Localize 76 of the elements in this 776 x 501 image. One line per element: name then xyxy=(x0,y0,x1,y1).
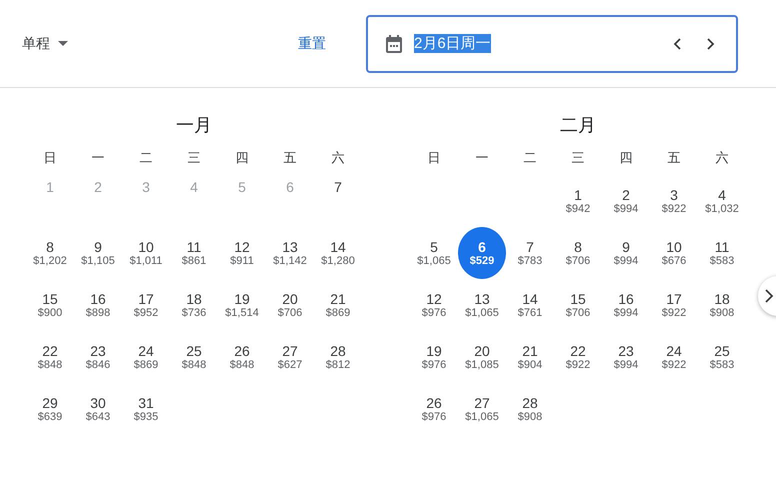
calendar-day[interactable]: 23 $846 xyxy=(74,331,122,383)
calendar-day[interactable]: 24 $869 xyxy=(122,331,170,383)
calendar-day[interactable]: 22 $922 xyxy=(554,331,602,383)
calendar-day[interactable]: 17 $922 xyxy=(650,279,698,331)
calendar-day[interactable]: 6 $529 xyxy=(458,227,506,279)
weekday-label: 五 xyxy=(666,149,682,167)
calendar-day[interactable]: 15 $706 xyxy=(554,279,602,331)
weekday-label: 一 xyxy=(474,149,490,167)
calendar-day[interactable]: 12 $911 xyxy=(218,227,266,279)
calendar-day[interactable]: 9 $1,105 xyxy=(74,227,122,279)
calendar-day[interactable]: 16 $898 xyxy=(74,279,122,331)
calendar-day[interactable]: 4 $1,032 xyxy=(698,175,746,227)
weekday-label: 三 xyxy=(570,149,586,167)
trip-type-dropdown[interactable]: 单程 xyxy=(22,30,68,56)
calendar-day[interactable]: 7 xyxy=(314,175,362,227)
calendar-day[interactable]: 7 $783 xyxy=(506,227,554,279)
weekday-label: 日 xyxy=(42,149,58,167)
calendar-day[interactable]: 11 $583 xyxy=(698,227,746,279)
calendar-day[interactable]: 19 $976 xyxy=(410,331,458,383)
date-value: 2月6日周一 xyxy=(414,34,492,53)
calendar-day[interactable]: 31 $935 xyxy=(122,383,170,435)
calendar-day[interactable]: 11 $861 xyxy=(170,227,218,279)
month-title: 一月 xyxy=(176,114,212,137)
calendar-day[interactable]: 9 $994 xyxy=(602,227,650,279)
calendar-day[interactable]: 14 $761 xyxy=(506,279,554,331)
calendar-day[interactable]: 25 $583 xyxy=(698,331,746,383)
calendar-day[interactable]: 10 $1,011 xyxy=(122,227,170,279)
calendar-day[interactable]: 14 $1,280 xyxy=(314,227,362,279)
calendar-day[interactable]: 10 $676 xyxy=(650,227,698,279)
calendar-day[interactable]: 17 $952 xyxy=(122,279,170,331)
calendar-day[interactable]: 20 $1,085 xyxy=(458,331,506,383)
reset-link[interactable]: 重置 xyxy=(298,34,326,52)
weekday-label: 三 xyxy=(186,149,202,167)
calendar-day[interactable]: 18 $908 xyxy=(698,279,746,331)
calendar-day[interactable]: 26 $976 xyxy=(410,383,458,435)
calendar-day[interactable]: 23 $994 xyxy=(602,331,650,383)
calendar-day[interactable]: 8 $706 xyxy=(554,227,602,279)
calendar-day[interactable]: 21 $904 xyxy=(506,331,554,383)
calendar-day[interactable]: 1 $942 xyxy=(554,175,602,227)
calendar-day[interactable]: 20 $706 xyxy=(266,279,314,331)
calendar-day[interactable]: 2 $994 xyxy=(602,175,650,227)
calendar-day[interactable]: 28 $812 xyxy=(314,331,362,383)
calendar-day[interactable]: 26 $848 xyxy=(218,331,266,383)
calendar-day[interactable]: 30 $643 xyxy=(74,383,122,435)
calendar-day[interactable]: 5 $1,065 xyxy=(410,227,458,279)
calendar-day[interactable]: 13 $1,142 xyxy=(266,227,314,279)
calendar-day[interactable]: 8 $1,202 xyxy=(26,227,74,279)
calendar-day[interactable]: 18 $736 xyxy=(170,279,218,331)
calendar-day[interactable]: 13 $1,065 xyxy=(458,279,506,331)
weekday-label: 四 xyxy=(234,149,250,167)
date-field[interactable]: 2月6日周一 xyxy=(366,14,738,72)
calendar-day[interactable]: 3 $922 xyxy=(650,175,698,227)
calendar-day[interactable]: 25 $848 xyxy=(170,331,218,383)
weekday-label: 二 xyxy=(522,149,538,167)
calendar-day[interactable]: 22 $848 xyxy=(26,331,74,383)
calendar-day[interactable]: 24 $922 xyxy=(650,331,698,383)
weekday-label: 一 xyxy=(90,149,106,167)
calendar-day[interactable]: 15 $900 xyxy=(26,279,74,331)
calendar-day[interactable]: 28 $908 xyxy=(506,383,554,435)
weekday-label: 五 xyxy=(282,149,298,167)
calendar-day[interactable]: 12 $976 xyxy=(410,279,458,331)
caret-icon xyxy=(58,41,68,46)
calendar-day[interactable]: 29 $639 xyxy=(26,383,74,435)
calendar-day[interactable]: 27 $627 xyxy=(266,331,314,383)
month-title: 二月 xyxy=(560,114,596,137)
calendar-icon xyxy=(384,34,404,54)
weekday-label: 六 xyxy=(714,149,730,167)
weekday-label: 六 xyxy=(330,149,346,167)
calendar-day[interactable]: 16 $994 xyxy=(602,279,650,331)
chevron-right-icon xyxy=(764,289,774,303)
weekday-label: 日 xyxy=(426,149,442,167)
weekday-label: 二 xyxy=(138,149,154,167)
calendar-day[interactable]: 21 $869 xyxy=(314,279,362,331)
weekday-label: 四 xyxy=(618,149,634,167)
calendar-day[interactable]: 19 $1,514 xyxy=(218,279,266,331)
calendar-day[interactable]: 27 $1,065 xyxy=(458,383,506,435)
